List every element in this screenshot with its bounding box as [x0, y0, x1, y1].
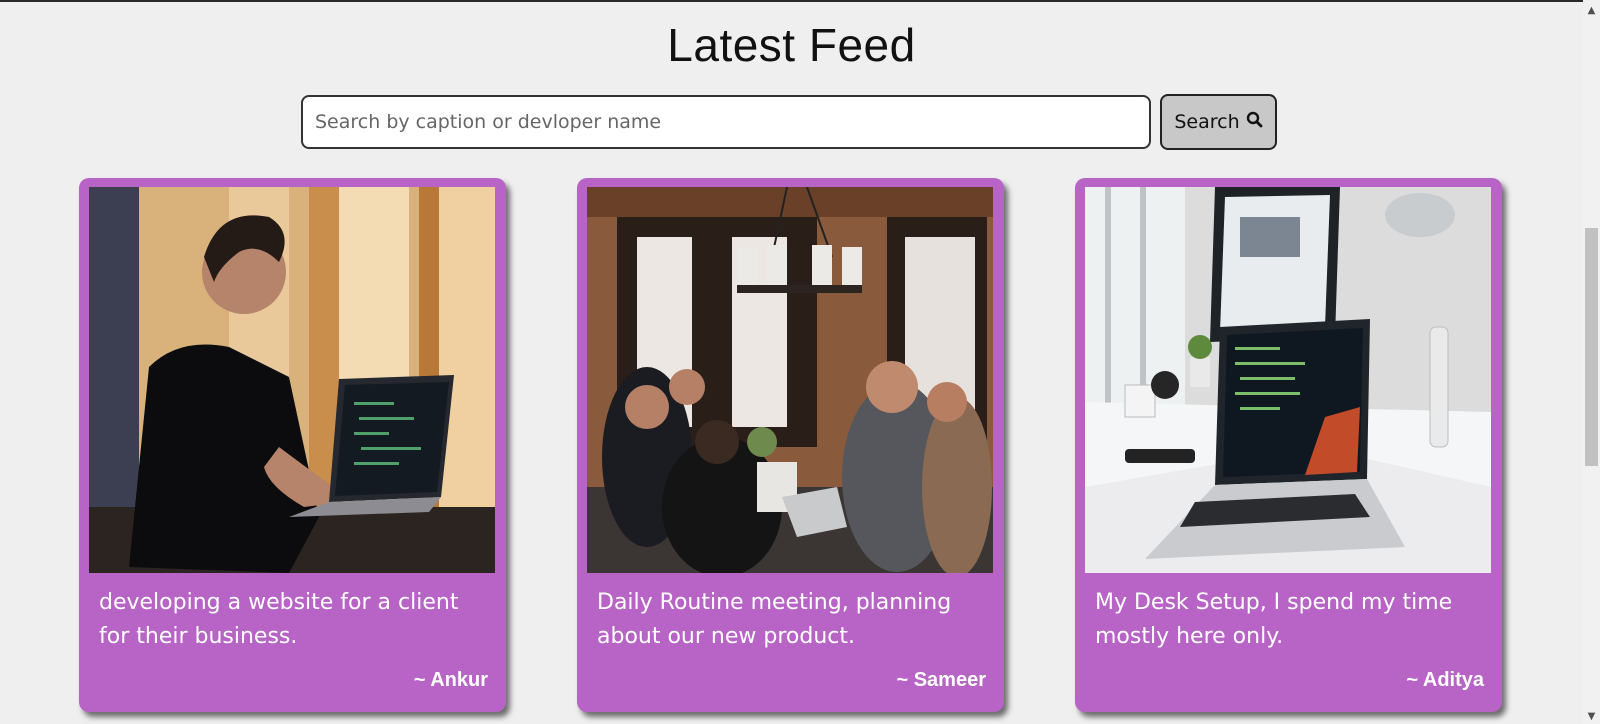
- search-input[interactable]: [301, 95, 1151, 149]
- search-icon: [1246, 111, 1263, 133]
- post-caption: developing a website for a client for th…: [99, 590, 459, 649]
- post-author: ~ Ankur: [413, 669, 488, 691]
- search-button[interactable]: Search: [1160, 94, 1277, 150]
- post-card[interactable]: My Desk Setup, I spend my time mostly he…: [1075, 178, 1502, 712]
- post-card[interactable]: developing a website for a client for th…: [79, 178, 506, 712]
- scrollbar-thumb[interactable]: [1585, 228, 1598, 466]
- scroll-up-arrow-icon[interactable]: ▲: [1583, 2, 1600, 18]
- post-author: ~ Aditya: [1406, 669, 1484, 691]
- post-card[interactable]: Daily Routine meeting, planning about ou…: [577, 178, 1004, 712]
- vertical-scrollbar[interactable]: ▲ ▼: [1583, 0, 1600, 724]
- post-author: ~ Sameer: [896, 669, 986, 691]
- post-image: [587, 187, 993, 573]
- search-button-label: Search: [1174, 111, 1240, 133]
- scroll-down-arrow-icon[interactable]: ▼: [1583, 708, 1600, 724]
- post-caption: Daily Routine meeting, planning about ou…: [597, 590, 952, 649]
- post-caption: My Desk Setup, I spend my time mostly he…: [1095, 590, 1453, 649]
- post-image: [89, 187, 495, 573]
- post-image: [1085, 187, 1491, 573]
- page: Latest Feed Search by caption or devlope…: [0, 0, 1583, 724]
- page-title: Latest Feed: [667, 19, 916, 71]
